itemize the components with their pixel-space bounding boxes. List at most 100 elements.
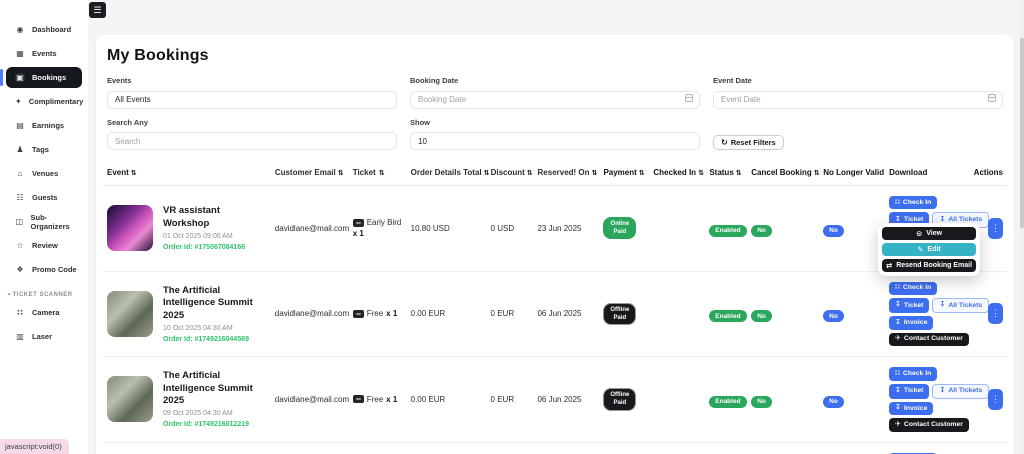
send-icon: ✈ (895, 421, 901, 429)
column-header[interactable]: Actions ⇅ (975, 168, 1003, 177)
ticket-name: Free (367, 395, 383, 404)
sidebar-item-icon: ▥ (15, 332, 25, 341)
row-actions-menu: ⊙ View ✎ Edit ⇄ Resend Booking Email (878, 223, 980, 276)
status-cell: Enabled (709, 390, 751, 408)
resend-booking-email-button[interactable]: ⇄ Resend Booking Email (882, 259, 976, 272)
sidebar-item-label: Dashboard (32, 25, 71, 34)
resend-icon: ⇄ (886, 261, 892, 270)
status-badge: Enabled (709, 225, 746, 237)
column-header[interactable]: Event ⇅ (107, 168, 275, 177)
contact-customer-button[interactable]: ✈ Contact Customer (889, 333, 969, 346)
event-cell: The Artificial Intelligence Summit 2025 … (107, 285, 275, 343)
check-in-button[interactable]: ∷ Check In (889, 282, 937, 295)
sidebar-item[interactable]: ❖ Promo Code (6, 259, 82, 280)
events-filter-select[interactable]: All Events (107, 91, 397, 109)
column-header[interactable]: Customer Email ⇅ (275, 168, 353, 177)
column-header[interactable]: No Longer Valid ⇅ (823, 168, 889, 177)
sidebar-item-label: Promo Code (32, 265, 77, 274)
payment-cell: Online Paid (603, 217, 653, 239)
sort-icon: ⇅ (527, 169, 533, 177)
row-actions-button[interactable]: ⋮ (988, 218, 1003, 239)
sidebar-item[interactable]: ☷ Guests (6, 187, 82, 208)
search-input[interactable] (107, 132, 397, 150)
calendar-icon (988, 94, 996, 102)
ticket-qty: x 1 (386, 309, 397, 318)
search-any-label: Search Any (107, 118, 397, 127)
download-invoice-button[interactable]: ↧ Invoice (889, 316, 933, 329)
column-header[interactable]: Cancel Booking ⇅ (751, 168, 823, 177)
show-count-select[interactable]: 10 (410, 132, 700, 150)
sort-icon: ⇅ (736, 169, 742, 177)
sidebar-item-label: Sub-Organizers (31, 213, 79, 231)
download-icon: ↧ (895, 387, 901, 395)
sidebar-item[interactable]: ♟ Tags (6, 139, 82, 160)
row-actions-button[interactable]: ⋮ (988, 389, 1003, 410)
sidebar-item[interactable]: ▥ Laser (6, 326, 82, 347)
column-header[interactable]: Status ⇅ (709, 168, 751, 177)
event-cell: The Artificial Intelligence Summit 2025 … (107, 370, 275, 428)
event-date-input[interactable] (713, 91, 1003, 109)
bookings-table: Event ⇅ Customer Email ⇅ Ticket ⇅ O (103, 163, 1007, 454)
sidebar-item-icon: ♟ (15, 145, 25, 154)
download-ticket-button[interactable]: ↧ Ticket (889, 384, 929, 399)
sidebar-item[interactable]: ⌂ Venues (6, 163, 82, 184)
order-id: Order Id: #1749216044569 (163, 336, 268, 343)
column-header[interactable]: Discount ⇅ (491, 168, 538, 177)
order-total: 0.00 EUR (411, 395, 491, 404)
discount-value: 0 USD (491, 224, 538, 233)
column-header-label: Event (107, 168, 129, 177)
sidebar-item[interactable]: ☆ Review (6, 235, 82, 256)
column-header[interactable]: Order Details Total ⇅ (411, 168, 491, 177)
ticket-cell: Free x 1 (353, 309, 411, 318)
check-in-button[interactable]: ∷ Check In (889, 367, 937, 380)
sidebar-item[interactable]: ∷ Camera (6, 302, 82, 323)
reserved-on-date: 06 Jun 2025 (537, 395, 603, 404)
table-body: VR assistant Workshop 01 Oct 2025 09:00 … (103, 186, 1007, 454)
download-ticket-button[interactable]: ↧ Ticket (889, 298, 929, 313)
download-icon: ↧ (895, 404, 901, 412)
sidebar-item[interactable]: ✦ Complimentary (6, 91, 82, 112)
sidebar-item-label: Review (32, 241, 58, 250)
column-header[interactable]: Reserved! On ⇅ (538, 168, 604, 177)
sidebar-item-icon: ❖ (15, 265, 25, 274)
ticket-icon (353, 395, 364, 403)
sidebar-toggle-button[interactable]: ☰ (89, 2, 106, 18)
cancel-booking-cell: No (751, 390, 823, 408)
column-header[interactable]: Payment ⇅ (603, 168, 653, 177)
column-header[interactable]: Ticket ⇅ (353, 168, 411, 177)
column-header-label: Order Details Total (411, 168, 482, 177)
view-menu-button[interactable]: ⊙ View (882, 227, 976, 240)
sidebar-item[interactable]: ▣ Bookings (6, 67, 82, 88)
sidebar-item-label: Laser (32, 332, 52, 341)
page-title: My Bookings (107, 47, 1007, 65)
no-longer-valid-badge: No (823, 310, 844, 322)
download-invoice-button[interactable]: ↧ Invoice (889, 402, 933, 415)
reset-filters-button[interactable]: ↻ Reset Filters (713, 135, 784, 150)
reserved-on-date: 06 Jun 2025 (537, 309, 603, 318)
status-cell: Enabled (709, 305, 751, 323)
no-longer-valid-badge: No (823, 396, 844, 408)
sidebar-item[interactable]: ◉ Dashboard (6, 19, 82, 40)
sidebar-item-label: Venues (32, 169, 58, 178)
check-in-button[interactable]: ∷ Check In (889, 196, 937, 209)
ticket-qty: x 1 (386, 395, 397, 404)
scrollbar-thumb[interactable] (1020, 38, 1024, 228)
sort-icon: ⇅ (639, 169, 645, 177)
column-header[interactable]: Checked In ⇅ (653, 168, 709, 177)
column-header-label: Customer Email (275, 168, 336, 177)
booking-date-input[interactable] (410, 91, 700, 109)
table-row: VR assistant Workshop 01 Oct 2025 09:00 … (103, 186, 1007, 272)
sidebar-item[interactable]: ◫ Sub-Organizers (6, 211, 82, 232)
column-header[interactable]: Download ⇅ (889, 168, 975, 177)
sidebar-item-label: Earnings (32, 121, 64, 130)
event-thumbnail (107, 291, 153, 337)
event-cell: VR assistant Workshop 01 Oct 2025 09:00 … (107, 205, 275, 251)
row-actions-button[interactable]: ⋮ (988, 303, 1003, 324)
sort-icon: ⇅ (379, 169, 385, 177)
sidebar-item[interactable]: ▤ Earnings (6, 115, 82, 136)
edit-menu-button[interactable]: ✎ Edit (882, 243, 976, 256)
sidebar-item[interactable]: ▦ Events (6, 43, 82, 64)
grid-icon: ∷ (895, 284, 900, 292)
contact-customer-button[interactable]: ✈ Contact Customer (889, 418, 969, 431)
edit-icon: ✎ (917, 245, 923, 254)
